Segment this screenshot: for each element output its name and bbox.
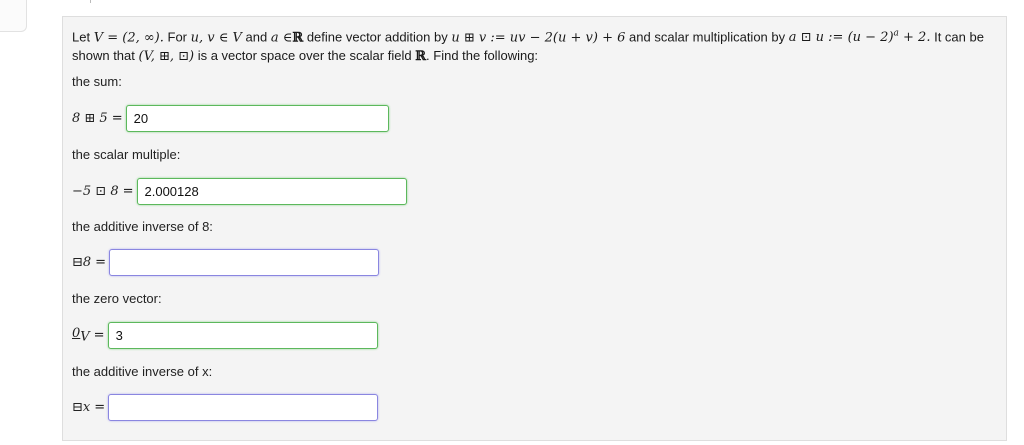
scalar-answer-input[interactable]: [136, 177, 407, 205]
vector-space-tuple: (V, ⊞, ⊡): [138, 49, 195, 65]
reals-symbol-2: ℝ: [415, 49, 427, 65]
question-row-inverse-x: ⊟x =: [72, 393, 379, 421]
scalar-variable: a ∈: [270, 30, 293, 46]
question-label-scalar: the scalar multiple:: [72, 147, 181, 162]
zero-vector-answer-input[interactable]: [107, 321, 378, 349]
zero-vector-expression: 0V: [72, 326, 90, 345]
question-row-scalar: −5 ⊡ 8 =: [72, 177, 407, 205]
inverse-8-expression: ⊟8: [72, 254, 92, 270]
side-tab: [0, 0, 27, 32]
equals-sign: =: [122, 183, 134, 199]
question-label-zero: the zero vector:: [72, 291, 162, 306]
reals-symbol: ℝ: [292, 30, 304, 46]
question-row-sum: 8 ⊞ 5 =: [72, 104, 389, 132]
inverse-x-expression: ⊟x: [72, 399, 91, 415]
equals-sign: =: [94, 399, 106, 415]
inverse-x-answer-input[interactable]: [108, 393, 379, 421]
equals-sign: =: [111, 110, 123, 126]
question-label-sum: the sum:: [72, 74, 122, 89]
question-row-inverse-8: ⊟8 =: [72, 248, 380, 276]
equals-sign: =: [95, 254, 107, 270]
vector-variables: u, v ∈ V: [190, 30, 242, 46]
addition-formula: u ⊞ v := uv − 2(u + v) + 6: [451, 30, 626, 46]
scalar-expression: −5 ⊡ 8: [72, 183, 119, 199]
question-panel: Let V = (2, ∞). For u, v ∈ V and a ∈ℝ de…: [62, 16, 1007, 441]
question-label-inverse-8: the additive inverse of 8:: [72, 219, 213, 234]
set-definition: V = (2, ∞).: [93, 30, 164, 46]
sum-expression: 8 ⊞ 5: [72, 110, 108, 126]
inverse-8-answer-input[interactable]: [109, 248, 380, 276]
top-divider: [90, 0, 91, 3]
sum-answer-input[interactable]: [125, 104, 389, 132]
problem-statement: Let V = (2, ∞). For u, v ∈ V and a ∈ℝ de…: [72, 29, 984, 65]
question-label-inverse-x: the additive inverse of x:: [72, 364, 213, 379]
multiplication-formula: a ⊡ u := (u − 2)a + 2.: [788, 29, 931, 46]
equals-sign: =: [93, 327, 105, 343]
question-row-zero: 0V =: [72, 321, 378, 349]
